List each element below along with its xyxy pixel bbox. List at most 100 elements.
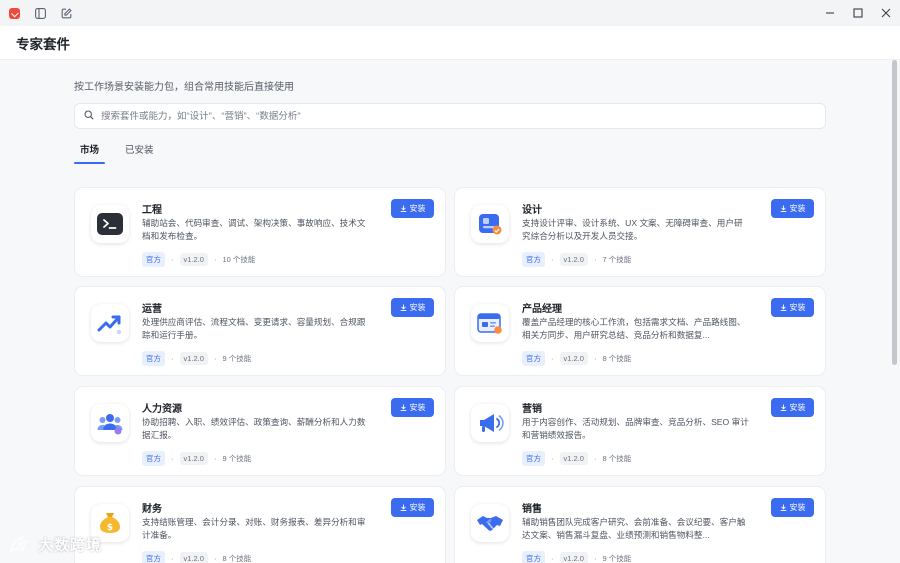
version-badge: v1.2.0 (179, 552, 208, 563)
version-badge: v1.2.0 (559, 552, 588, 563)
install-button[interactable]: 安装 (771, 298, 814, 317)
card-description: 协助招聘、入职、绩效评估、政策查询、薪酬分析和人力数据汇报。 (142, 417, 366, 440)
download-icon (780, 504, 786, 511)
title-bar (0, 0, 900, 26)
meta-separator: · (551, 554, 554, 563)
skill-count: 9 个技能 (222, 454, 252, 463)
svg-text:$: $ (107, 523, 113, 533)
official-badge: 官方 (522, 252, 545, 267)
search-icon (84, 107, 94, 125)
official-badge: 官方 (142, 252, 165, 267)
meta-separator: · (551, 354, 554, 363)
official-badge: 官方 (142, 451, 165, 466)
card-meta: 官方 · v1.2.0 · 9 个技能 (142, 351, 251, 366)
meta-separator: · (171, 255, 174, 264)
suite-card-engineering[interactable]: 工程 辅助站会、代码审查、调试、架构决策、事故响应、技术文档和发布检查。 官方 … (74, 187, 446, 277)
version-badge: v1.2.0 (179, 352, 208, 365)
install-button[interactable]: 安装 (391, 398, 434, 417)
meta-separator: · (551, 454, 554, 463)
skill-count: 9 个技能 (222, 354, 252, 363)
card-title: 设计 (522, 205, 542, 216)
suite-card-product-manager[interactable]: 产品经理 覆盖产品经理的核心工作流，包括需求文档、产品路线图、相关方同步、用户研… (454, 286, 826, 376)
search-box[interactable] (74, 103, 826, 129)
page-title: 专家套件 (16, 36, 70, 52)
download-icon (780, 205, 786, 212)
product-doc-icon (471, 304, 509, 342)
sidebar-toggle-icon[interactable] (34, 7, 46, 19)
official-badge: 官方 (522, 451, 545, 466)
suite-card-marketing[interactable]: 营销 用于内容创作、活动规划、品牌审查、竞品分析、SEO 审计和营销绩效报告。 … (454, 386, 826, 476)
card-description: 支持结账管理、会计分录、对账、财务报表、差异分析和审计准备。 (142, 517, 366, 540)
meta-separator: · (213, 255, 217, 264)
meta-separator: · (593, 554, 597, 563)
download-icon (780, 304, 786, 311)
download-icon (400, 205, 406, 212)
tab-bar: 市场 已安装 (74, 140, 160, 164)
meta-separator: · (171, 354, 174, 363)
install-button[interactable]: 安装 (391, 199, 434, 218)
maximize-button[interactable] (844, 0, 872, 26)
official-badge: 官方 (522, 551, 545, 563)
suite-card-operations[interactable]: 运营 处理供应商评估、流程文档、变更请求、容量规划、合规跟踪和运行手册。 官方 … (74, 286, 446, 376)
install-label: 安装 (409, 503, 426, 512)
design-icon (471, 205, 509, 243)
card-meta: 官方 · v1.2.0 · 9 个技能 (522, 551, 631, 563)
page-subtitle: 按工作场景安装能力包，组合常用技能后直接使用 (74, 82, 294, 93)
card-title: 工程 (142, 205, 162, 216)
meta-separator: · (551, 255, 554, 264)
terminal-icon (91, 205, 129, 243)
card-description: 辅助站会、代码审查、调试、架构决策、事故响应、技术文档和发布检查。 (142, 218, 366, 241)
card-title: 运营 (142, 304, 162, 315)
card-meta: 官方 · v1.2.0 · 8 个技能 (142, 551, 251, 563)
watermark: 大数跨境 (8, 533, 102, 555)
megaphone-icon (471, 404, 509, 442)
meta-separator: · (593, 454, 597, 463)
card-meta: 官方 · v1.2.0 · 7 个技能 (522, 252, 631, 267)
watermark-logo-icon (10, 536, 29, 552)
card-description: 支持设计评审、设计系统、UX 文案、无障碍审查、用户研究综合分析以及开发人员交接… (522, 218, 743, 241)
install-button[interactable]: 安装 (771, 199, 814, 218)
meta-separator: · (593, 255, 597, 264)
main-content: 按工作场景安装能力包，组合常用技能后直接使用 市场 已安装 工程 辅助站会、代码… (0, 60, 900, 563)
scrollbar-thumb[interactable] (892, 60, 897, 365)
install-button[interactable]: 安装 (771, 398, 814, 417)
skill-count: 9 个技能 (602, 554, 632, 563)
tab-market[interactable]: 市场 (74, 140, 106, 164)
install-label: 安装 (789, 204, 806, 213)
meta-separator: · (213, 454, 217, 463)
card-description: 辅助销售团队完成客户研究、会前准备、会议纪要、客户触达文案、销售漏斗复盘、业绩预… (522, 517, 746, 540)
skill-count: 8 个技能 (222, 554, 252, 563)
download-icon (400, 404, 406, 411)
minimize-button[interactable] (816, 0, 844, 26)
card-meta: 官方 · v1.2.0 · 8 个技能 (522, 351, 631, 366)
close-button[interactable] (872, 0, 900, 26)
install-label: 安装 (409, 204, 426, 213)
meta-separator: · (171, 554, 174, 563)
meta-separator: · (213, 554, 217, 563)
install-button[interactable]: 安装 (391, 498, 434, 517)
card-title: 营销 (522, 404, 542, 415)
card-description: 处理供应商评估、流程文档、变更请求、容量规划、合规跟踪和运行手册。 (142, 317, 366, 340)
install-button[interactable]: 安装 (771, 498, 814, 517)
version-badge: v1.2.0 (179, 452, 208, 465)
suite-card-hr[interactable]: 人力资源 协助招聘、入职、绩效评估、政策查询、薪酬分析和人力数据汇报。 官方 ·… (74, 386, 446, 476)
tab-installed[interactable]: 已安装 (119, 140, 160, 164)
card-description: 覆盖产品经理的核心工作流，包括需求文档、产品路线图、相关方同步、用户研究总结、竞… (522, 317, 746, 340)
search-input[interactable] (101, 110, 801, 122)
install-button[interactable]: 安装 (391, 298, 434, 317)
new-edit-icon[interactable] (60, 7, 72, 19)
meta-separator: · (171, 454, 174, 463)
people-icon (91, 404, 129, 442)
card-meta: 官方 · v1.2.0 · 8 个技能 (522, 451, 631, 466)
trend-chart-icon (91, 304, 129, 342)
official-badge: 官方 (142, 351, 165, 366)
suite-card-finance[interactable]: $ 财务 支持结账管理、会计分录、对账、财务报表、差异分析和审计准备。 官方 ·… (74, 486, 446, 563)
suite-card-sales[interactable]: 销售 辅助销售团队完成客户研究、会前准备、会议纪要、客户触达文案、销售漏斗复盘、… (454, 486, 826, 563)
handshake-icon (471, 504, 509, 542)
skill-count: 7 个技能 (602, 255, 632, 264)
skill-count: 8 个技能 (602, 354, 632, 363)
card-description: 用于内容创作、活动规划、品牌审查、竞品分析、SEO 审计和营销绩效报告。 (522, 417, 749, 440)
download-icon (400, 304, 406, 311)
install-label: 安装 (409, 303, 426, 312)
suite-card-design[interactable]: 设计 支持设计评审、设计系统、UX 文案、无障碍审查、用户研究综合分析以及开发人… (454, 187, 826, 277)
